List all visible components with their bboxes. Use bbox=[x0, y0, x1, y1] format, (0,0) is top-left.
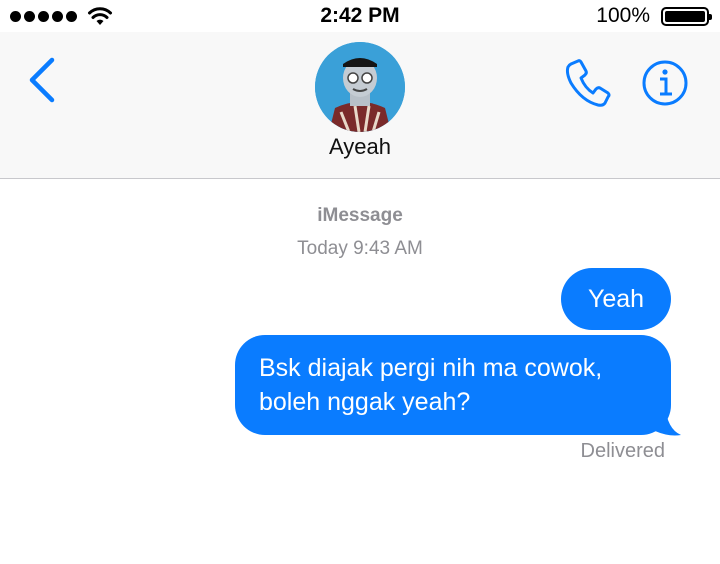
avatar-image bbox=[315, 42, 405, 132]
phone-icon bbox=[565, 59, 611, 107]
message-timestamp: Today 9:43 AM bbox=[297, 238, 423, 259]
chevron-left-icon bbox=[29, 57, 55, 103]
delivery-status: Delivered bbox=[580, 440, 665, 462]
battery-icon bbox=[661, 7, 712, 26]
info-button[interactable] bbox=[640, 58, 690, 108]
battery-fill bbox=[665, 11, 705, 22]
bubble-tail bbox=[655, 405, 681, 436]
contact-avatar[interactable] bbox=[315, 42, 405, 132]
service-label: iMessage bbox=[317, 205, 403, 226]
contact-name[interactable]: Ayeah bbox=[0, 134, 720, 160]
info-icon bbox=[642, 60, 688, 106]
back-button[interactable] bbox=[24, 52, 64, 112]
message-bubble-outgoing[interactable]: Yeah bbox=[561, 268, 671, 330]
audio-call-button[interactable] bbox=[560, 56, 614, 110]
message-bubble-outgoing[interactable]: Bsk diajak pergi nih ma cowok, boleh ngg… bbox=[235, 335, 671, 435]
battery-percentage: 100% bbox=[596, 4, 650, 27]
conversation-header: Ayeah bbox=[0, 32, 720, 179]
status-bar: 2:42 PM 100% bbox=[0, 0, 720, 32]
